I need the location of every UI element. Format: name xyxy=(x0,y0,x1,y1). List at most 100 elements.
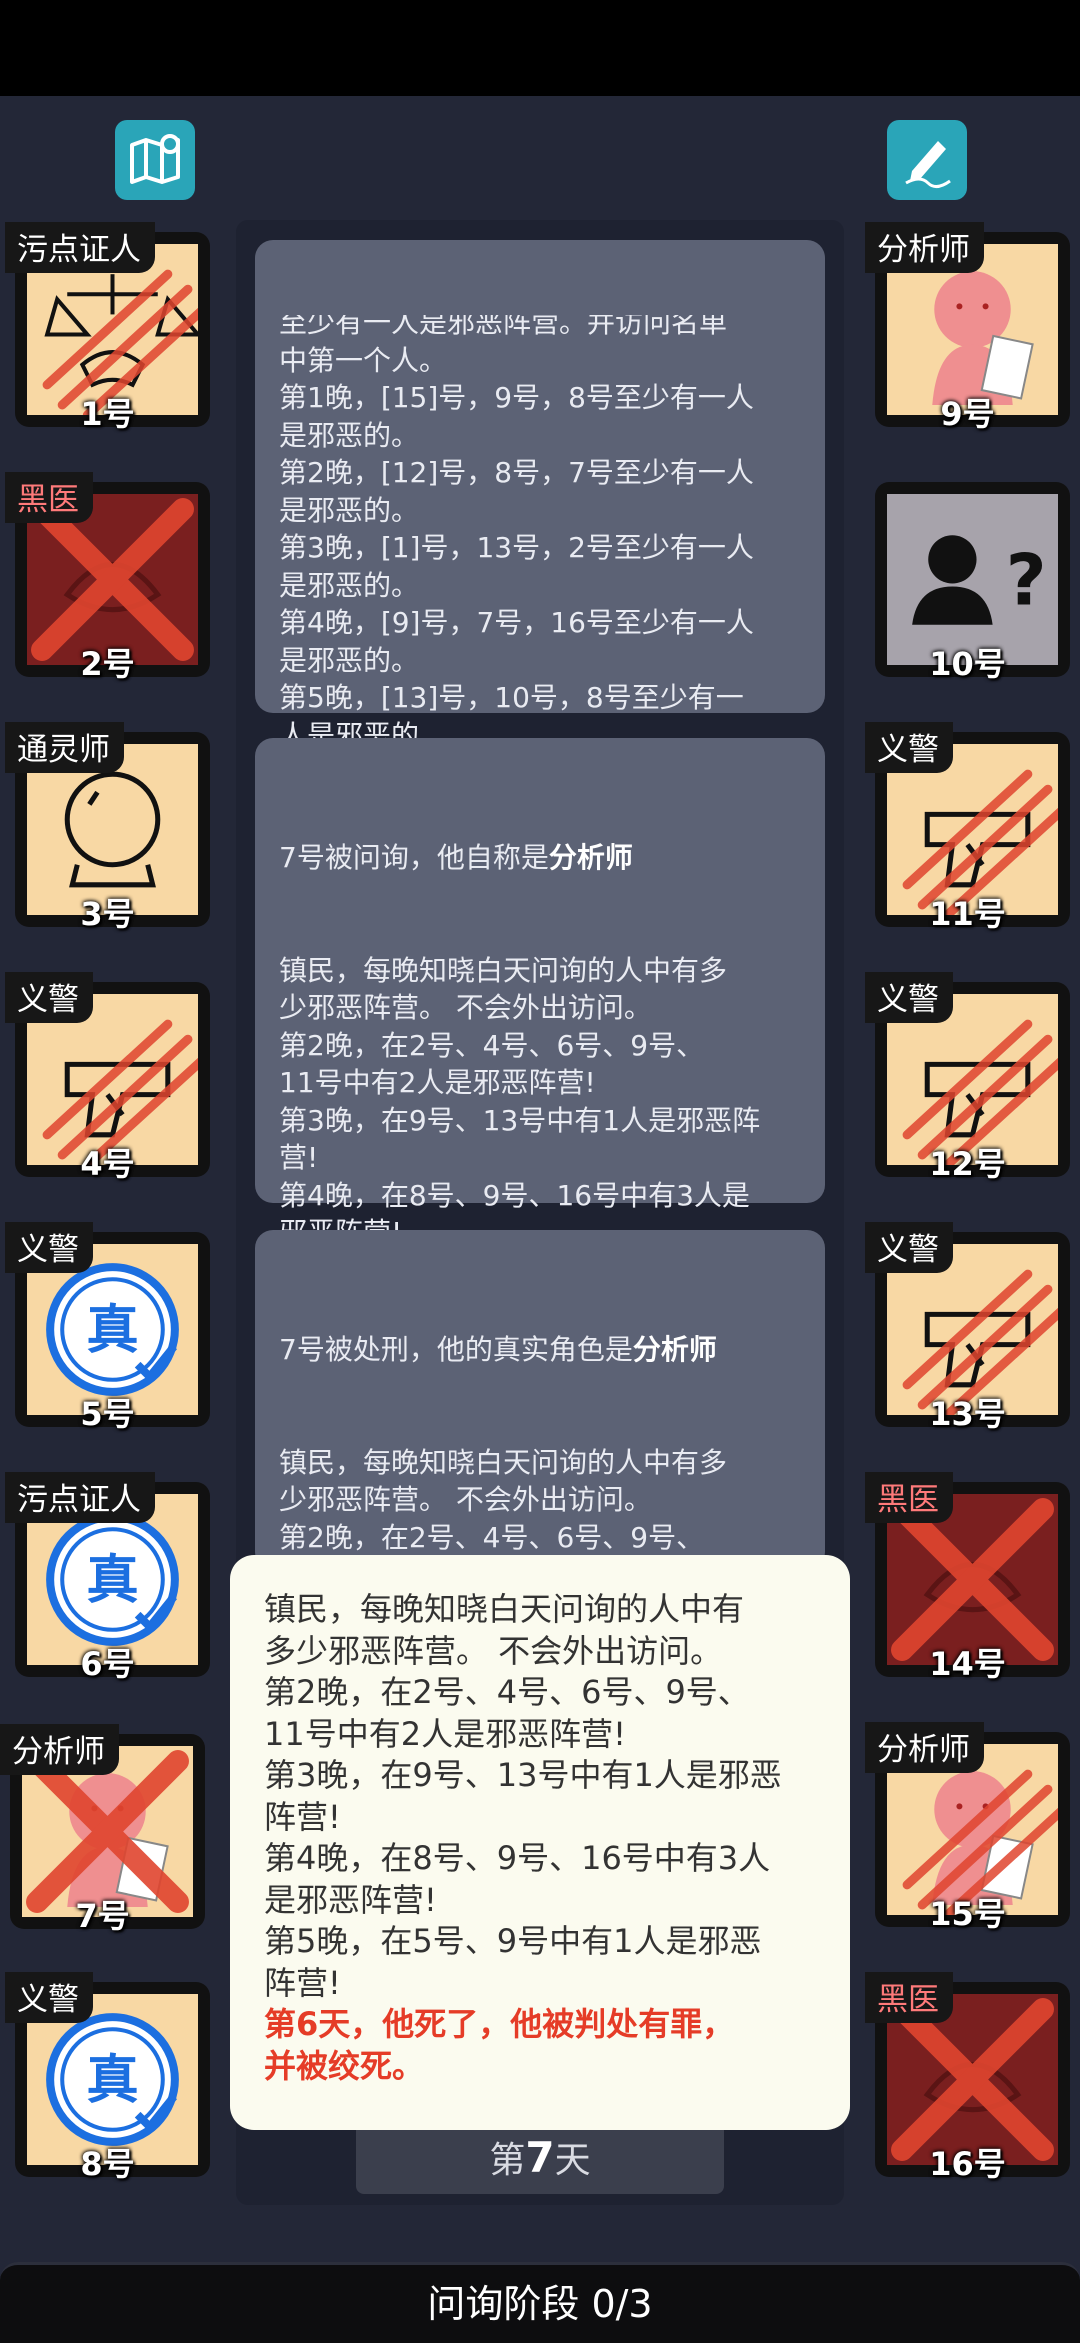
svg-text:真: 真 xyxy=(86,1550,138,1611)
player-number: 7号 xyxy=(75,1897,130,1935)
text-line: 是邪恶的。 xyxy=(279,568,420,602)
player-card[interactable]: 真 污点证人 6号 xyxy=(5,1472,210,1683)
player-number: 9号 xyxy=(940,395,995,433)
role-tag: 分析师 xyxy=(0,1724,119,1775)
svg-text:真: 真 xyxy=(86,1300,138,1361)
text-line: 第2晚，[12]号，8号，7号至少有一人 xyxy=(279,456,754,489)
role-tag: 分析师 xyxy=(865,222,984,273)
player-card[interactable]: 黑医 16号 xyxy=(865,1972,1070,2183)
text-line: 第1晚，[15]号，9号，8号至少有一人 xyxy=(279,381,754,414)
role-tag: 分析师 xyxy=(865,1722,984,1773)
text-line: 第3晚，在9号、13号中有1人是邪恶阵 xyxy=(279,1103,761,1137)
pencil-note-icon xyxy=(905,141,951,188)
message-header: 7号被问询，他自称是分析师 xyxy=(279,841,633,874)
player-card[interactable]: 污点证人 1号 xyxy=(5,222,210,433)
role-tag: 污点证人 xyxy=(5,222,155,273)
role-tag: 义警 xyxy=(865,1222,953,1273)
popup-text: 镇民，每晚知晓白天问询的人中有 多少邪恶阵营。 不会外出访问。 第2晚，在2号、4号… xyxy=(264,1589,816,2004)
player-number: 4号 xyxy=(80,1145,135,1183)
text-line: 是邪恶阵营! xyxy=(264,1880,437,1919)
player-card[interactable]: 真 义警 5号 xyxy=(5,1222,210,1433)
player-number: 8号 xyxy=(80,2145,135,2183)
player-card[interactable]: 义警 12号 xyxy=(865,972,1070,1183)
player-card[interactable]: 通灵师 3号 xyxy=(5,722,210,933)
text-line: 第3晚，在9号、13号中有1人是邪恶 xyxy=(264,1756,782,1794)
map-pin-icon xyxy=(130,134,180,184)
text-line: 第4晚，在8号、9号、16号中有3人 xyxy=(264,1839,771,1877)
player-card[interactable]: 义警 4号 xyxy=(5,972,210,1183)
message-card: 7号被处刑，他的真实角色是分析师 镇民，每晚知晓白天问询的人中有多 少邪恶阵营。 … xyxy=(255,1230,825,1570)
player-number: 10号 xyxy=(929,645,1006,683)
text-line: 第5晚，[13]号，10号，8号至少有一 xyxy=(279,681,744,714)
player-number: 11号 xyxy=(929,895,1006,933)
svg-text:真: 真 xyxy=(86,2050,138,2111)
player-card[interactable]: 黑医 2号 xyxy=(5,472,210,683)
text-line: 第5晚，在5号、9号中有1人是邪恶 xyxy=(264,1922,762,1960)
text-line: 营! xyxy=(279,1141,319,1174)
role-tag: 黑医 xyxy=(865,1472,953,1523)
player-card[interactable]: 分析师 9号 xyxy=(865,222,1070,433)
text-line: 第2晚，在2号、4号、6号、9号、 xyxy=(264,1673,750,1711)
player-card[interactable]: 分析师 15号 xyxy=(865,1722,1070,1933)
role-tag: 义警 xyxy=(5,972,93,1023)
role-tag: 黑医 xyxy=(5,472,93,523)
text-line: 中第一个人。 xyxy=(279,343,448,377)
message-text: 至少有一人是邪恶阵营。并访问名单中第一个人。第1晚，[15]号，9号，8号至少有… xyxy=(279,315,801,754)
player-card[interactable]: 分析师 7号 xyxy=(0,1724,205,1935)
text-line: 阵营! xyxy=(264,1797,341,1836)
text-line: 第6天，他死了，他被判处有罪， xyxy=(264,2005,735,2043)
text-line: 第2晚，在2号、4号、6号、9号、 xyxy=(279,1028,705,1062)
text-line: 是邪恶的。 xyxy=(279,643,420,677)
role-tag: 污点证人 xyxy=(5,1472,155,1523)
player-number: 12号 xyxy=(929,1145,1006,1183)
message-card: 7号被问询，他自称是分析师 镇民，每晚知晓白天问询的人中有多 少邪恶阵营。 不会外… xyxy=(255,738,825,1324)
text-line: 至少有一人是邪恶阵营。并访问名单 xyxy=(279,315,728,339)
message-card: 至少有一人是邪恶阵营。并访问名单中第一个人。第1晚，[15]号，9号，8号至少有… xyxy=(255,240,825,752)
phase-bar[interactable]: 问询阶段 0/3 xyxy=(0,2262,1080,2343)
text-line: 第3晚，[1]号，13号，2号至少有一人 xyxy=(279,531,754,564)
status-bar xyxy=(0,0,1080,96)
text-line: 11号中有2人是邪恶阵营! xyxy=(279,1066,596,1099)
text-line: 是邪恶的。 xyxy=(279,493,420,527)
phase-label: 问询阶段 0/3 xyxy=(427,2282,653,2326)
text-line: 并被绞死。 xyxy=(264,2046,425,2085)
player-number: 1号 xyxy=(80,395,135,433)
text-line: 第4晚，在8号、9号、16号中有3人是 xyxy=(279,1178,750,1212)
text-line: 第4晚，[9]号，7号，16号至少有一人 xyxy=(279,606,754,639)
text-line: 少邪恶阵营。 不会外出访问。 xyxy=(279,1483,652,1516)
player-number: 14号 xyxy=(929,1645,1006,1683)
player-card[interactable]: ? 10号 xyxy=(865,472,1070,683)
svg-text:?: ? xyxy=(1006,540,1047,622)
player-number: 3号 xyxy=(80,895,135,933)
text-line: 镇民，每晚知晓白天问询的人中有多 xyxy=(279,1445,728,1479)
text-line: 11号中有2人是邪恶阵营! xyxy=(264,1714,626,1753)
player-number: 6号 xyxy=(80,1645,135,1683)
text-line: 镇民，每晚知晓白天问询的人中有 xyxy=(264,1590,745,1628)
player-card[interactable]: 义警 11号 xyxy=(865,722,1070,933)
role-tag: 义警 xyxy=(5,1222,93,1273)
notes-button[interactable] xyxy=(887,120,967,200)
player-card[interactable]: 真 义警 8号 xyxy=(5,1972,210,2183)
role-tag: 黑医 xyxy=(865,1972,953,2023)
map-button[interactable] xyxy=(115,120,195,200)
player-card[interactable]: 义警 13号 xyxy=(865,1222,1070,1433)
text-line: 多少邪恶阵营。 不会外出访问。 xyxy=(264,1631,723,1670)
text-line: 少邪恶阵营。 不会外出访问。 xyxy=(279,991,652,1024)
player-number: 2号 xyxy=(80,645,135,683)
player-number: 16号 xyxy=(929,2145,1006,2183)
role-tag: 通灵师 xyxy=(5,722,124,773)
message-header: 7号被处刑，他的真实角色是分析师 xyxy=(279,1333,717,1366)
text-line: 镇民，每晚知晓白天问询的人中有多 xyxy=(279,953,728,987)
role-detail-popup[interactable]: 镇民，每晚知晓白天问询的人中有 多少邪恶阵营。 不会外出访问。 第2晚，在2号、4号… xyxy=(230,1555,850,2130)
role-tag: 义警 xyxy=(865,972,953,1023)
text-line: 第2晚，在2号、4号、6号、9号、 xyxy=(279,1520,705,1554)
text-line: 是邪恶的。 xyxy=(279,418,420,452)
text-line: 阵营! xyxy=(264,1963,341,2002)
player-card[interactable]: 黑医 14号 xyxy=(865,1472,1070,1683)
day-counter: 第7天 xyxy=(356,2122,724,2194)
player-number: 15号 xyxy=(929,1895,1006,1933)
role-tag: 义警 xyxy=(865,722,953,773)
popup-verdict: 第6天，他死了，他被判处有罪， 并被绞死。 xyxy=(264,2004,816,2087)
message-text: 镇民，每晚知晓白天问询的人中有多 少邪恶阵营。 不会外出访问。第2晚，在2号、4号… xyxy=(279,1444,801,1571)
player-number: 13号 xyxy=(929,1395,1006,1433)
